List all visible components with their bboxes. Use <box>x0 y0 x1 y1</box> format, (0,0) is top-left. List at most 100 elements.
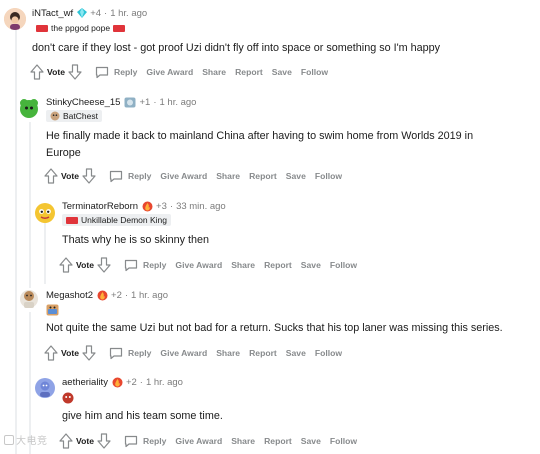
give-award-button[interactable]: Give Award <box>175 436 222 446</box>
save-button[interactable]: Save <box>272 67 292 77</box>
username[interactable]: iNTact_wf <box>32 8 73 19</box>
share-button[interactable]: Share <box>231 260 255 270</box>
upvote-icon[interactable] <box>59 257 73 273</box>
diamond-award-icon <box>77 8 88 18</box>
report-button[interactable]: Report <box>264 260 292 270</box>
give-award-button[interactable]: Give Award <box>175 260 222 270</box>
reply-label: Reply <box>142 260 167 270</box>
share-button[interactable]: Share <box>231 436 255 446</box>
karma-count: +4 <box>90 7 102 19</box>
timestamp[interactable]: 33 min. ago <box>176 201 226 212</box>
comment-body: don't care if they lost - got proof Uzi … <box>32 42 441 54</box>
flair-text: BatChest <box>63 111 98 121</box>
fire-award-icon <box>112 377 123 388</box>
share-button[interactable]: Share <box>202 67 226 77</box>
separator: · <box>169 200 174 212</box>
give-award-button[interactable]: Give Award <box>160 171 207 181</box>
separator: · <box>124 289 129 301</box>
timestamp[interactable]: 1 hr. ago <box>131 290 168 301</box>
avatar[interactable] <box>18 287 40 309</box>
user-flair: Unkillable Demon King <box>62 214 171 226</box>
username[interactable]: StinkyCheese_15 <box>46 97 120 108</box>
downvote-icon[interactable] <box>97 433 111 449</box>
batchest-icon <box>50 111 60 121</box>
report-button[interactable]: Report <box>249 171 277 181</box>
downvote-icon[interactable] <box>68 64 82 80</box>
save-button[interactable]: Save <box>286 171 306 181</box>
karma-count: +3 <box>156 200 167 212</box>
save-button[interactable]: Save <box>301 436 321 446</box>
upvote-icon[interactable] <box>59 433 73 449</box>
follow-button[interactable]: Follow <box>315 348 342 358</box>
timestamp[interactable]: 1 hr. ago <box>146 377 183 388</box>
upvote-icon[interactable] <box>44 345 58 361</box>
fire-award-icon <box>97 290 108 301</box>
reply-button[interactable]: Reply <box>95 66 137 79</box>
flair-icon <box>66 216 78 224</box>
reply-label: Reply <box>127 348 152 358</box>
user-flair: BatChest <box>46 110 102 122</box>
reply-button[interactable]: Reply <box>124 259 166 272</box>
reply-button[interactable]: Reply <box>109 170 151 183</box>
give-award-button[interactable]: Give Award <box>146 67 193 77</box>
thread-line[interactable] <box>15 30 17 454</box>
upvote-icon[interactable] <box>30 64 44 80</box>
avatar[interactable] <box>34 202 56 224</box>
comment-actions: Vote Reply Give Award Share Report Save … <box>30 63 337 81</box>
save-button[interactable]: Save <box>301 260 321 270</box>
comment-icon <box>109 347 123 359</box>
flair-icon <box>36 24 48 32</box>
comment-icon <box>124 435 138 447</box>
save-button[interactable]: Save <box>286 348 306 358</box>
separator: · <box>153 96 157 108</box>
report-button[interactable]: Report <box>249 348 277 358</box>
comment-body: give him and his team some time. <box>62 410 223 422</box>
comment-actions: Vote Reply Give Award Share Report Save … <box>44 344 351 362</box>
downvote-icon[interactable] <box>82 345 96 361</box>
report-button[interactable]: Report <box>264 436 292 446</box>
reply-button[interactable]: Reply <box>124 435 166 448</box>
vote-label: Vote <box>76 436 94 446</box>
reply-label: Reply <box>127 171 152 181</box>
timestamp[interactable]: 1 hr. ago <box>110 8 147 19</box>
username[interactable]: aetheriality <box>62 377 108 388</box>
avatar-badge-icon <box>124 97 136 108</box>
report-button[interactable]: Report <box>235 67 263 77</box>
downvote-icon[interactable] <box>97 257 111 273</box>
reply-button[interactable]: Reply <box>109 347 151 360</box>
give-award-button[interactable]: Give Award <box>160 348 207 358</box>
watermark-logo-icon <box>4 435 14 445</box>
separator: · <box>139 376 143 388</box>
user-flair: the ppgod pope <box>32 22 130 34</box>
comment-icon <box>124 259 138 271</box>
follow-button[interactable]: Follow <box>330 436 357 446</box>
karma-count: +2 <box>125 376 137 388</box>
username[interactable]: Megashot2 <box>46 290 93 301</box>
watermark: 大电竞 <box>4 432 48 447</box>
comment-header: StinkyCheese_15 +1 · 1 hr. ago <box>46 94 196 110</box>
reply-label: Reply <box>142 436 167 446</box>
avatar[interactable] <box>18 97 40 119</box>
follow-button[interactable]: Follow <box>330 260 357 270</box>
timestamp[interactable]: 1 hr. ago <box>159 97 196 108</box>
comment-header: Megashot2 +2 · 1 hr. ago <box>46 287 168 303</box>
share-button[interactable]: Share <box>216 348 240 358</box>
emote-flair-icon <box>62 391 74 409</box>
avatar[interactable] <box>34 377 56 399</box>
comment-actions: Vote Reply Give Award Share Report Save … <box>59 432 366 450</box>
reply-label: Reply <box>113 67 138 77</box>
comment-icon <box>109 170 123 182</box>
follow-button[interactable]: Follow <box>315 171 342 181</box>
username[interactable]: TerminatorReborn <box>62 201 138 212</box>
avatar[interactable] <box>4 8 26 30</box>
comment-header: aetheriality +2 · 1 hr. ago <box>62 374 183 390</box>
flair-text: the ppgod pope <box>51 23 111 33</box>
upvote-icon[interactable] <box>44 168 58 184</box>
separator: · <box>104 7 108 19</box>
downvote-icon[interactable] <box>82 168 96 184</box>
thread-line[interactable] <box>44 222 46 284</box>
follow-button[interactable]: Follow <box>301 67 328 77</box>
thread-line[interactable] <box>29 122 31 288</box>
fire-award-icon <box>142 201 153 212</box>
share-button[interactable]: Share <box>216 171 240 181</box>
